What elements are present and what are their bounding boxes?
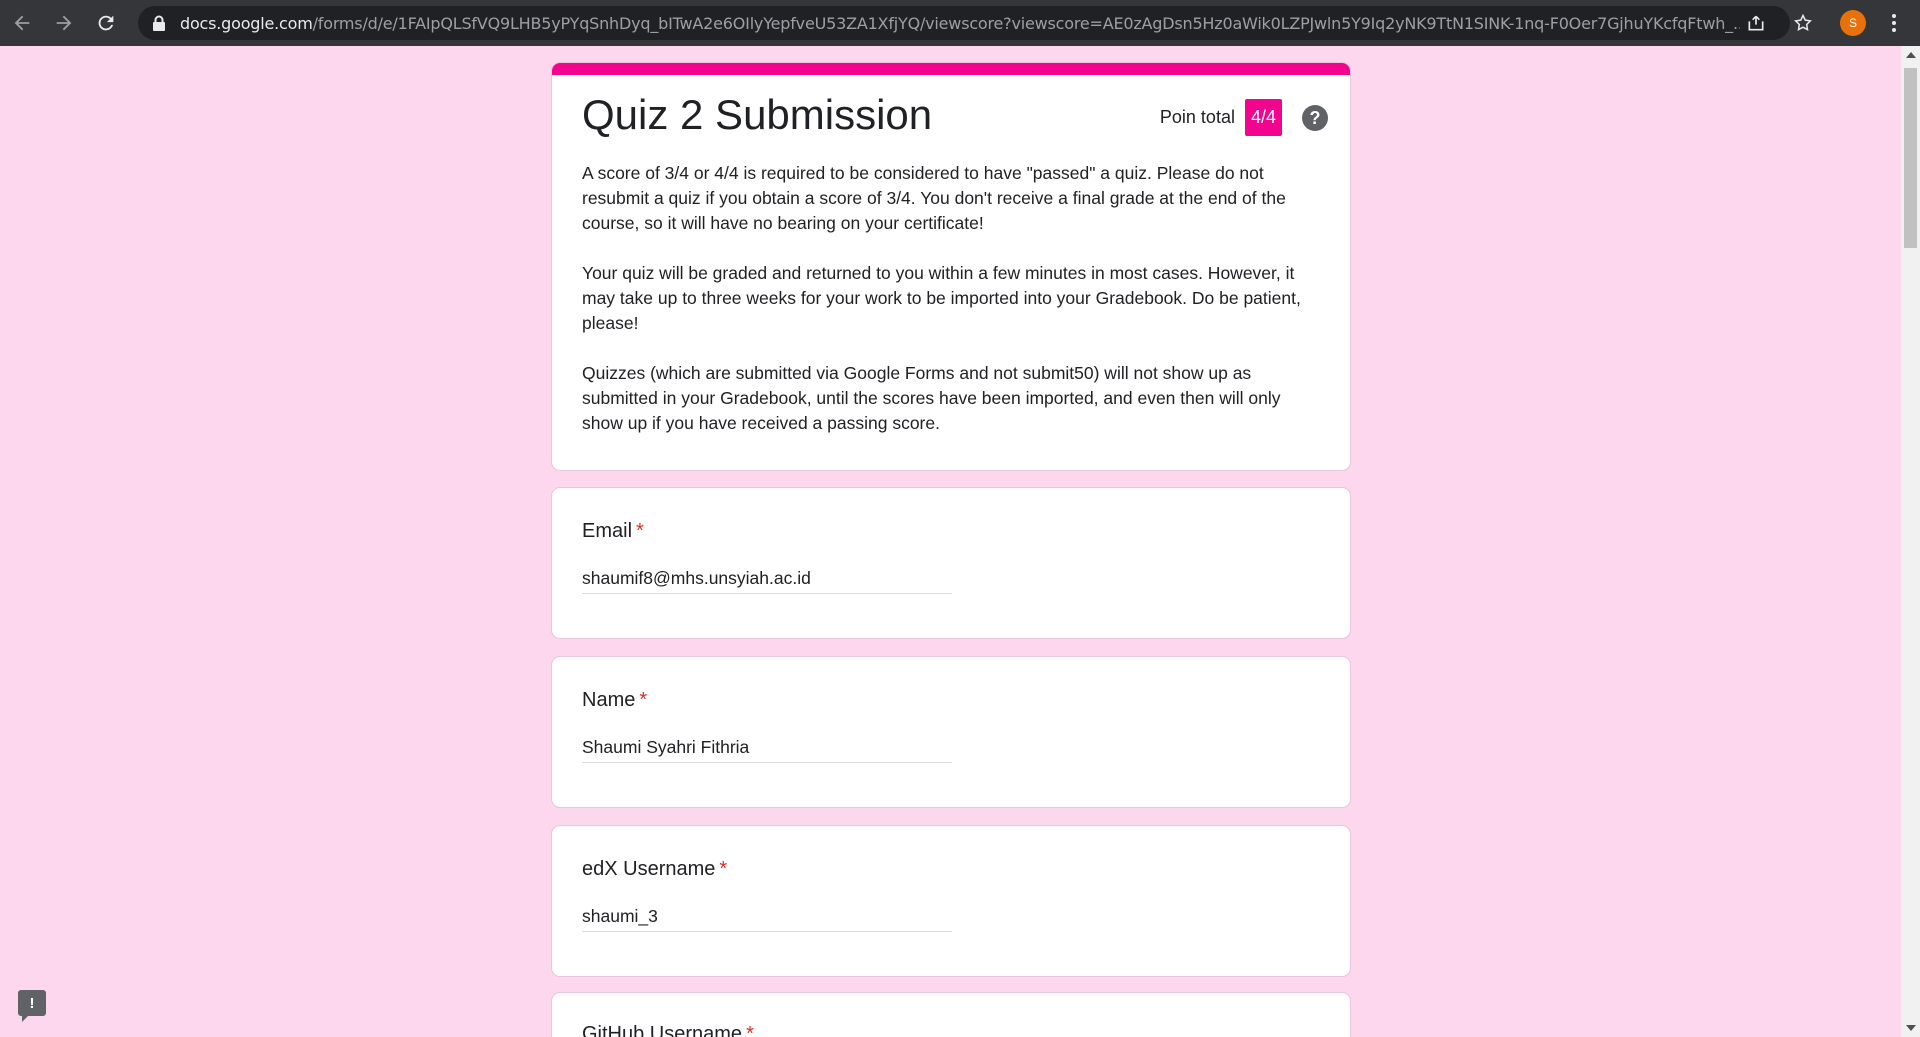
menu-kebab-icon[interactable] <box>1884 12 1904 34</box>
profile-avatar[interactable]: S <box>1840 10 1866 36</box>
points-summary: Poin total 4/4 <box>1160 99 1282 136</box>
lock-icon <box>153 15 165 31</box>
required-asterisk: * <box>636 520 644 542</box>
question-title: edX Username <box>582 858 716 880</box>
help-icon[interactable]: ? <box>1302 105 1328 131</box>
scroll-up-arrow-icon[interactable] <box>1906 52 1916 58</box>
description-paragraph: Quizzes (which are submitted via Google … <box>582 363 1281 433</box>
theme-accent-bar <box>552 63 1350 75</box>
page-scrollbar[interactable] <box>1901 46 1920 1037</box>
question-label: Name * <box>582 689 647 712</box>
form-title: Quiz 2 Submission <box>582 91 933 138</box>
forward-button[interactable] <box>44 3 84 43</box>
scroll-down-arrow-icon[interactable] <box>1906 1025 1916 1031</box>
question-card-edx-username: edX Username * shaumi_3 <box>551 825 1351 977</box>
reload-button[interactable] <box>86 3 126 43</box>
form-header-card: Quiz 2 Submission Poin total 4/4 ? A sco… <box>551 62 1351 471</box>
question-card-name: Name * Shaumi Syahri Fithria <box>551 656 1351 808</box>
question-label: GitHub Username * <box>582 1023 754 1037</box>
report-feedback-icon[interactable]: ! <box>18 990 46 1022</box>
required-asterisk: * <box>639 689 648 711</box>
url-path: /forms/d/e/1FAIpQLSfVQ9LHB5yPYqSnhDyq_bI… <box>312 13 1740 33</box>
name-answer: Shaumi Syahri Fithria <box>582 737 952 763</box>
required-asterisk: * <box>746 1023 754 1037</box>
scrollbar-thumb[interactable] <box>1904 68 1917 248</box>
back-button[interactable] <box>2 3 42 43</box>
star-icon[interactable] <box>1793 13 1813 33</box>
question-label: Email * <box>582 520 644 543</box>
question-card-email: Email * shaumif8@mhs.unsyiah.ac.id <box>551 487 1351 639</box>
points-label: Poin total <box>1159 107 1235 127</box>
email-answer: shaumif8@mhs.unsyiah.ac.id <box>582 568 952 594</box>
address-bar[interactable]: docs.google.com/forms/d/e/1FAIpQLSfVQ9LH… <box>138 6 1790 40</box>
question-label: edX Username * <box>582 858 727 881</box>
question-title: GitHub Username <box>582 1023 743 1037</box>
url-host: docs.google.com <box>180 13 313 33</box>
question-title: Name <box>582 689 636 711</box>
arrow-right-icon <box>56 15 72 31</box>
share-icon[interactable] <box>1746 13 1766 33</box>
reload-icon <box>98 15 114 31</box>
edx-username-answer: shaumi_3 <box>582 906 952 932</box>
question-title: Email <box>582 520 633 542</box>
form-description: A score of 3/4 or 4/4 is required to be … <box>582 161 1322 461</box>
description-paragraph: A score of 3/4 or 4/4 is required to be … <box>582 163 1286 233</box>
description-paragraph: Your quiz will be graded and returned to… <box>582 263 1301 333</box>
browser-toolbar: docs.google.com/forms/d/e/1FAIpQLSfVQ9LH… <box>0 0 1920 46</box>
url-text: docs.google.com/forms/d/e/1FAIpQLSfVQ9LH… <box>180 14 1740 33</box>
arrow-left-icon <box>14 15 30 31</box>
points-badge: 4/4 <box>1244 99 1282 136</box>
required-asterisk: * <box>719 858 728 880</box>
question-card-github-username: GitHub Username * <box>551 992 1351 1037</box>
